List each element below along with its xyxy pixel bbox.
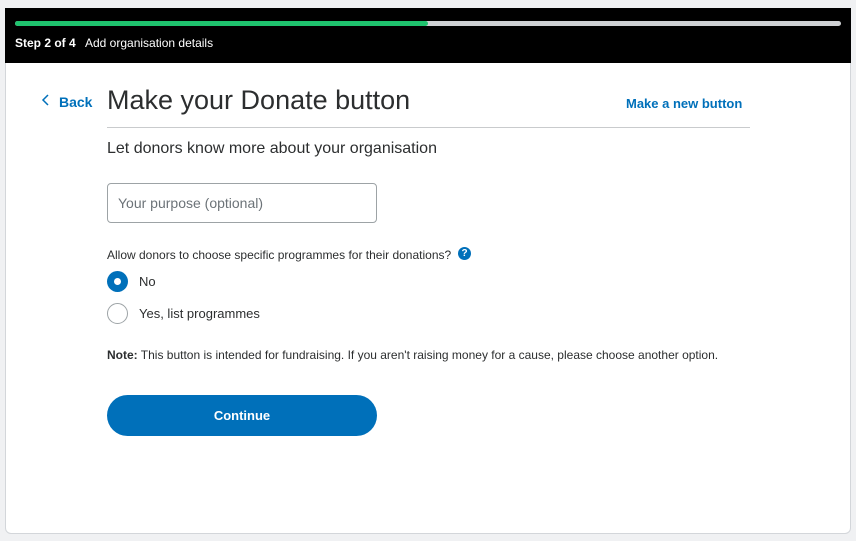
divider: [107, 127, 750, 128]
radio-label-no: No: [139, 274, 156, 289]
back-link[interactable]: Back: [41, 93, 92, 110]
radio-button-unselected[interactable]: [107, 303, 128, 324]
note-label: Note:: [107, 348, 138, 362]
back-link-label: Back: [59, 93, 93, 110]
chevron-left-icon: [41, 93, 55, 110]
help-icon[interactable]: ?: [458, 247, 471, 260]
section-subtitle: Let donors know more about your organisa…: [107, 140, 437, 157]
fundraising-note: Note: This button is intended for fundra…: [107, 348, 718, 362]
progress-bar: [15, 21, 841, 26]
make-new-button-link[interactable]: Make a new button: [626, 96, 742, 111]
radio-label-yes: Yes, list programmes: [139, 306, 260, 321]
programmes-question: Allow donors to choose specific programm…: [107, 248, 452, 262]
step-counter: Step 2 of 4: [15, 36, 76, 50]
continue-button[interactable]: Continue: [107, 395, 377, 436]
progress-bar-fill: [15, 21, 428, 26]
radio-option-yes[interactable]: Yes, list programmes: [107, 303, 260, 324]
purpose-input[interactable]: [107, 183, 377, 223]
progress-header: Step 2 of 4 Add organisation details: [5, 8, 851, 63]
step-description: Add organisation details: [85, 36, 214, 50]
note-text: This button is intended for fundraising.…: [137, 348, 719, 362]
radio-button-selected[interactable]: [107, 271, 128, 292]
page-title: Make your Donate button: [107, 85, 411, 115]
radio-option-no[interactable]: No: [107, 271, 156, 292]
